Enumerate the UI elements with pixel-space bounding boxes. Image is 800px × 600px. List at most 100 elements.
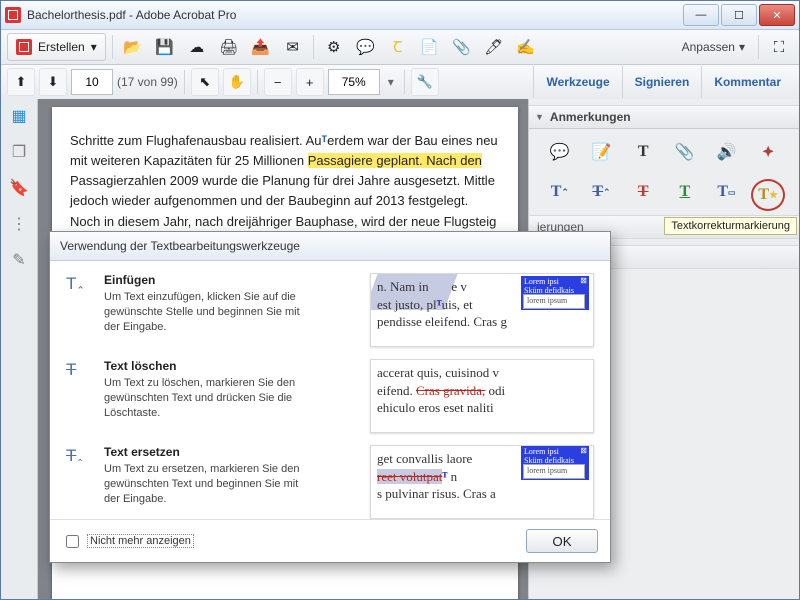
- close-button[interactable]: ✕: [759, 4, 795, 26]
- app-window: Bachelorthesis.pdf - Adobe Acrobat Pro —…: [0, 0, 800, 600]
- save-button[interactable]: 💾: [151, 33, 179, 61]
- cloud-up-icon: ☁: [189, 38, 204, 56]
- dont-show-checkbox[interactable]: Nicht mehr anzeigen: [62, 532, 194, 551]
- highlighted-text: Passagiere geplant. Nach den: [308, 153, 482, 168]
- speech-bubble-icon: 💬: [356, 38, 375, 56]
- underline-tool[interactable]: T: [670, 179, 700, 205]
- strikethrough-tool[interactable]: T: [628, 179, 658, 205]
- highlight-tool[interactable]: 📝: [586, 139, 616, 165]
- folder-open-icon: 📂: [123, 38, 142, 56]
- insert-text-tool[interactable]: T⌃: [545, 179, 575, 205]
- stamp-button[interactable]: 🖊: [480, 33, 508, 61]
- select-tool-button[interactable]: ⬉: [191, 68, 219, 96]
- zoom-out-button[interactable]: −: [264, 68, 292, 96]
- replace-text-tool[interactable]: T⌃: [586, 179, 616, 205]
- page-x-icon: 📄: [420, 38, 439, 56]
- attach-file-tool[interactable]: 📎: [670, 139, 700, 165]
- create-label: Erstellen: [38, 40, 85, 54]
- chevron-down-icon[interactable]: ▾: [384, 75, 398, 89]
- hand-icon: ✋: [229, 74, 245, 90]
- replace-heading: Text ersetzen: [104, 445, 356, 459]
- plus-icon: +: [306, 75, 314, 90]
- zoom-input[interactable]: [328, 69, 380, 95]
- stamp-tool[interactable]: 🟆: [753, 139, 783, 165]
- insert-desc: Um Text einzufügen, klicken Sie auf die …: [104, 290, 314, 335]
- delete-icon: T: [66, 359, 90, 433]
- prev-page-button[interactable]: ⬆: [7, 68, 35, 96]
- bookmarks-tab[interactable]: 🔖: [8, 177, 30, 199]
- arrow-down-icon: ⬇: [48, 74, 59, 90]
- attachments-tab[interactable]: ⋮: [8, 213, 30, 235]
- customize-label: Anpassen: [682, 40, 735, 54]
- envelope-icon: ✉: [286, 38, 299, 56]
- print-button[interactable]: 🖨: [215, 33, 243, 61]
- audio-tool[interactable]: 🔊: [711, 139, 741, 165]
- nav-toolbar: ⬆ ⬇ (17 von 99) ⬉ ✋ − + ▾ 🔧 Werkzeuge Si…: [1, 65, 799, 100]
- minimize-button[interactable]: —: [683, 4, 719, 26]
- tools-icon-button[interactable]: 🔧: [411, 68, 439, 96]
- zoom-in-button[interactable]: +: [296, 68, 324, 96]
- titlebar: Bachelorthesis.pdf - Adobe Acrobat Pro —…: [1, 1, 799, 30]
- attach-button[interactable]: 📎: [448, 33, 476, 61]
- wrench-icon: 🔧: [417, 74, 433, 90]
- pages-tab[interactable]: ❐: [8, 141, 30, 163]
- chevron-down-icon: ▾: [739, 40, 745, 54]
- collapse-icon: ▼: [535, 112, 544, 122]
- delete-heading: Text löschen: [104, 359, 356, 373]
- page-input[interactable]: [71, 69, 113, 95]
- minus-icon: −: [274, 75, 282, 90]
- arrow-up-icon: ⬆: [16, 74, 27, 90]
- signatures-tab[interactable]: ✎: [8, 249, 30, 271]
- replace-preview: get convallis laore reet volutpatᵀ n s p…: [370, 445, 594, 519]
- open-button[interactable]: 📂: [119, 33, 147, 61]
- email-button[interactable]: ✉: [279, 33, 307, 61]
- settings-button[interactable]: ⚙: [320, 33, 348, 61]
- share-icon: 📤: [251, 38, 270, 56]
- ok-button[interactable]: OK: [526, 529, 598, 553]
- sticky-note-tool[interactable]: 💬: [545, 139, 575, 165]
- replace-desc: Um Text zu ersetzen, markieren Sie den g…: [104, 462, 314, 507]
- window-title: Bachelorthesis.pdf - Adobe Acrobat Pro: [27, 8, 681, 22]
- hand-tool-button[interactable]: ✋: [223, 68, 251, 96]
- text-tool[interactable]: T: [628, 139, 658, 165]
- comment-panel-button[interactable]: Kommentar: [701, 66, 793, 98]
- replace-icon: T⌃: [66, 445, 90, 519]
- gear-icon: ⚙: [327, 38, 340, 56]
- text-highlight-icon: Ꞇ: [393, 37, 402, 57]
- annotation-tools: 💬 📝 T 📎 🔊 🟆 T⌃ T⌃ T T T▭ T★: [529, 129, 799, 215]
- cloud-button[interactable]: ☁: [183, 33, 211, 61]
- thumbnails-tab[interactable]: ▦: [8, 105, 30, 127]
- left-rail: ▦ ❐ 🔖 ⋮ ✎: [1, 99, 38, 599]
- signature-icon: ✍: [516, 38, 535, 56]
- floppy-icon: 💾: [155, 38, 174, 56]
- app-icon: [5, 7, 21, 23]
- share-button[interactable]: 📤: [247, 33, 275, 61]
- fullscreen-button[interactable]: ⛶: [765, 33, 793, 61]
- annotations-header[interactable]: ▼ Anmerkungen: [529, 106, 799, 129]
- insert-preview: n. Nam in e v est justo, plᵀuis, et pend…: [370, 273, 594, 347]
- insert-icon: T⌃: [66, 273, 90, 347]
- page-count: (17 von 99): [117, 75, 178, 89]
- dont-show-input[interactable]: [66, 535, 79, 548]
- tools-panel-button[interactable]: Werkzeuge: [533, 66, 621, 98]
- sign-panel-button[interactable]: Signieren: [622, 66, 702, 98]
- maximize-button[interactable]: ☐: [721, 4, 757, 26]
- chevron-down-icon: ▾: [91, 40, 97, 54]
- stamp-icon: 🖊: [484, 38, 503, 56]
- comment-button[interactable]: 💬: [352, 33, 380, 61]
- text-correction-tool[interactable]: T★: [751, 179, 785, 211]
- delete-desc: Um Text zu löschen, markieren Sie den ge…: [104, 376, 314, 421]
- tooltip: Textkorrekturmarkierung: [664, 217, 797, 235]
- delete-comment-button[interactable]: 📄: [416, 33, 444, 61]
- add-note-to-text-tool[interactable]: T▭: [711, 179, 741, 205]
- clip-icon: 📎: [452, 38, 471, 56]
- create-button[interactable]: Erstellen ▾: [7, 33, 106, 61]
- next-page-button[interactable]: ⬇: [39, 68, 67, 96]
- customize-button[interactable]: Anpassen ▾: [675, 33, 752, 61]
- highlight-button[interactable]: Ꞇ: [384, 33, 412, 61]
- sign-button[interactable]: ✍: [512, 33, 540, 61]
- cursor-icon: ⬉: [199, 74, 210, 90]
- delete-preview: accerat quis, cuisinod v eifend. Cras gr…: [370, 359, 594, 433]
- main-toolbar: Erstellen ▾ 📂 💾 ☁ 🖨 📤 ✉ ⚙ 💬 Ꞇ 📄 📎 🖊 ✍ An…: [1, 30, 799, 65]
- text-edit-dialog: Verwendung der Textbearbeitungswerkzeuge…: [49, 231, 611, 563]
